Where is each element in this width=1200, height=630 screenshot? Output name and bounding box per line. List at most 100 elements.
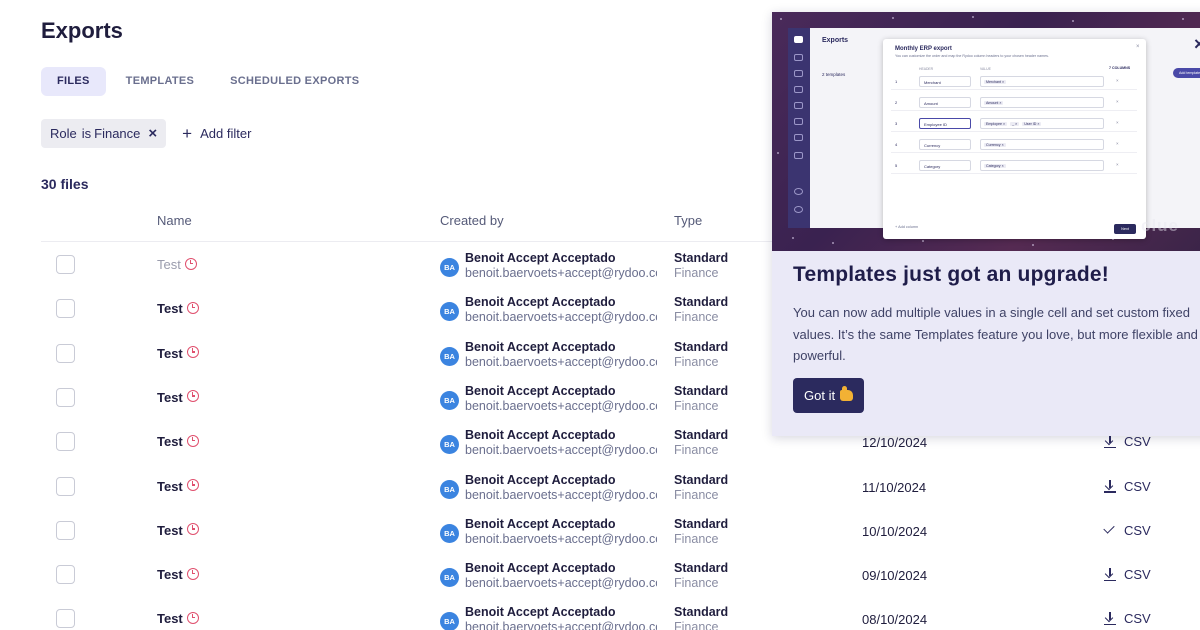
close-icon: × [1116,99,1119,104]
download-icon[interactable] [1104,479,1116,493]
file-name[interactable]: Test [157,434,199,449]
row-checkbox[interactable] [56,299,75,319]
export-subtype-label: Finance [674,443,719,458]
format-download[interactable]: CSV [1104,434,1151,449]
file-name-text: Test [157,389,183,405]
file-name[interactable]: Test [157,257,197,272]
filter-chip-value: Finance [94,126,141,141]
download-icon[interactable] [1104,612,1116,626]
preview-head-value: VALUE [980,67,991,71]
row-checkbox[interactable] [56,255,75,274]
creator: Benoit Accept Acceptado benoit.baervoets+… [465,251,657,281]
avatar: BA [440,390,459,410]
preview-add-column: + Add column [895,225,919,229]
creator: Benoit Accept Acceptado benoit.baervoets+… [465,384,657,414]
export-type: Standard Finance [674,605,728,630]
creator-email: benoit.baervoets+accept@rydoo.com [465,398,657,413]
close-icon[interactable]: × [1194,34,1200,55]
preview-header-field: Employee ID [919,118,971,129]
format-label: CSV [1124,478,1151,494]
file-name[interactable]: Test [157,567,199,582]
export-date: 10/10/2024 [862,523,928,539]
format-download[interactable]: CSV [1104,479,1151,494]
avatar: BA [440,523,459,543]
export-type-label: Standard [674,561,729,576]
table-row[interactable]: Test BA Benoit Accept Acceptado benoit.baer… [0,509,1200,553]
table-row[interactable]: Test BA Benoit Accept Acceptado benoit.baer… [0,597,1200,630]
preview-value-tag: Category × [984,164,1006,168]
avatar: BA [440,479,459,499]
preview-value-tag: Amount × [984,101,1004,105]
preview-columns-count: 7 COLUMNS [1109,66,1131,70]
file-name[interactable]: Test [157,301,199,316]
table-row[interactable]: Test BA Benoit Accept Acceptado benoit.baer… [0,465,1200,509]
star-decoration [892,17,894,19]
file-name[interactable]: Test [157,611,199,626]
column-header-created-by[interactable]: Created by [440,213,504,228]
tab-files[interactable]: FILES [41,67,106,96]
download-icon[interactable] [1104,568,1116,582]
preview-title: Exports [822,37,849,44]
row-checkbox[interactable] [56,520,75,540]
close-icon: × [1116,120,1119,125]
row-checkbox[interactable] [56,343,75,363]
file-name-text: Test [157,611,183,627]
export-type: Standard Finance [674,251,728,281]
table-row[interactable]: Test BA Benoit Accept Acceptado benoit.baer… [0,553,1200,597]
creator-email: benoit.baervoets+accept@rydoo.com [465,354,657,369]
row-checkbox[interactable] [56,565,75,585]
export-subtype-label: Finance [674,531,719,546]
format-download[interactable]: CSV [1103,522,1151,538]
creator-name: Benoit Accept Acceptado [465,472,616,487]
preview-image: Exports 2 templates Add template Monthly… [772,12,1200,251]
avatar: BA [440,435,459,455]
export-date: 09/10/2024 [862,568,928,584]
got-it-button[interactable]: Got it [793,378,865,413]
preview-value-tag: Employee × [984,122,1008,126]
download-icon[interactable] [1104,435,1116,449]
row-checkbox[interactable] [56,476,75,496]
creator-email: benoit.baervoets+accept@rydoo.com [465,310,657,325]
file-count: 30 files [41,176,89,192]
file-name-text: Test [157,345,183,361]
export-type: Standard Finance [674,473,728,503]
format-download[interactable]: CSV [1104,567,1151,582]
add-filter-button[interactable]: + Add filter [182,124,251,144]
format-download[interactable]: CSV [1104,611,1151,626]
row-checkbox[interactable] [56,609,75,629]
creator-name: Benoit Accept Acceptado [465,516,616,531]
row-checkbox[interactable] [56,387,75,407]
alarm-clock-icon [186,434,199,447]
alarm-clock-icon [186,301,199,314]
export-type: Standard Finance [674,295,728,325]
export-type: Standard Finance [674,384,728,414]
preview-add-template-pill: Add template [1173,68,1200,78]
row-checkbox[interactable] [56,432,75,452]
thumbs-up-icon [840,386,854,401]
filter-chip-role[interactable]: Role is Finance × [41,119,167,148]
preview-modal: Monthly ERP export × You can customize t… [883,39,1146,239]
preview-value-field: Amount × [980,97,1104,108]
preview-modal-subtitle: You can customize the order and map the … [895,54,1049,58]
column-header-name[interactable]: Name [157,213,192,228]
star-decoration [777,152,779,154]
star-decoration [1032,244,1034,246]
file-name[interactable]: Test [157,390,199,405]
export-type-label: Standard [674,295,729,310]
creator: Benoit Accept Acceptado benoit.baervoets+… [465,561,657,591]
tab-templates[interactable]: TEMPLATES [110,67,211,96]
preview-row-number: 1 [895,79,898,84]
file-name[interactable]: Test [157,523,199,538]
popover-body: You can now add multiple values in a sin… [793,305,1198,363]
preview-mapping-row: 4 Currency Currency × × [891,137,1137,153]
column-header-type[interactable]: Type [674,213,702,228]
creator: Benoit Accept Acceptado benoit.baervoets+… [465,473,657,503]
file-name[interactable]: Test [157,479,199,494]
export-subtype-label: Finance [674,266,719,280]
tab-scheduled-exports[interactable]: SCHEDULED EXPORTS [214,67,375,96]
close-icon: × [1116,78,1119,83]
close-icon[interactable]: × [148,125,157,142]
creator-name: Benoit Accept Acceptado [465,605,616,620]
file-name[interactable]: Test [157,346,199,361]
export-subtype-label: Finance [674,487,719,502]
